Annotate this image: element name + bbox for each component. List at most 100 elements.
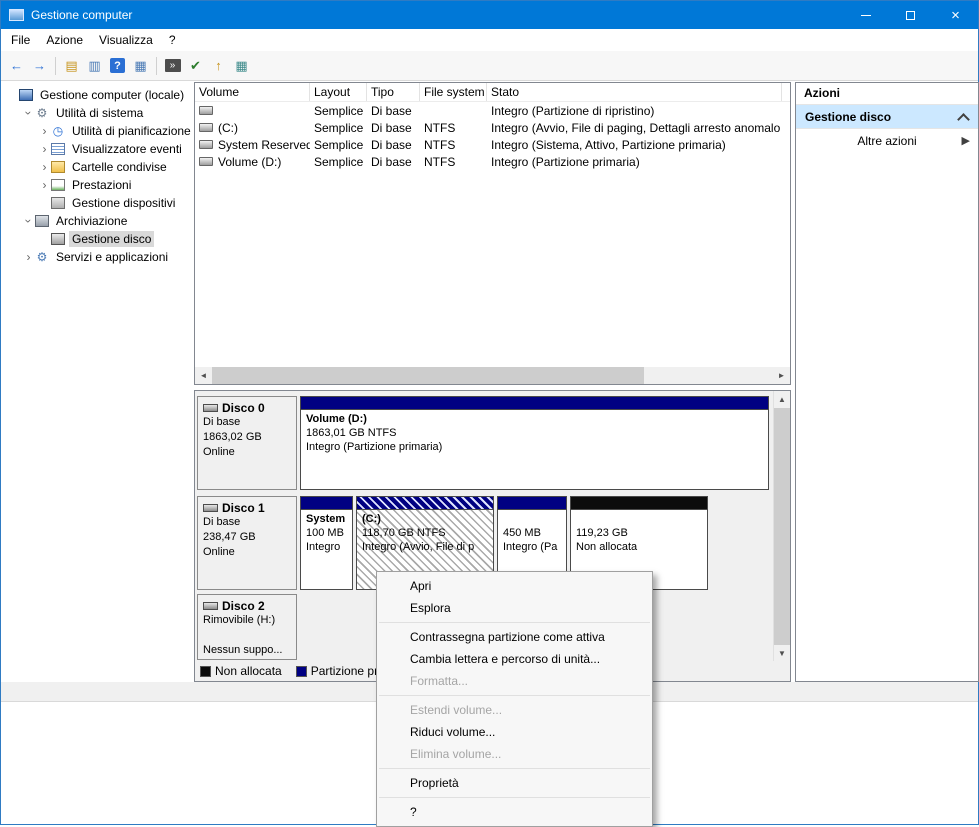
forward-icon[interactable]: → — [28, 55, 51, 77]
column-header-layout[interactable]: Layout — [310, 83, 367, 101]
menu-separator — [379, 622, 650, 623]
menu-visualizza[interactable]: Visualizza — [91, 30, 161, 50]
volume-icon — [199, 106, 213, 115]
window-controls: × — [843, 1, 978, 29]
expand-arrow-icon[interactable]: › — [38, 178, 51, 192]
minimize-button[interactable] — [843, 1, 888, 29]
cell-layout: Semplice — [314, 137, 364, 152]
expand-arrow-icon[interactable]: › — [22, 250, 35, 264]
scrollbar-thumb[interactable] — [212, 367, 644, 384]
disk-header-disco-2[interactable]: Disco 2 Rimovibile (H:) Nessun suppo... — [197, 594, 297, 660]
actions-section-disk-management[interactable]: Gestione disco — [796, 105, 978, 129]
context-menu-item-riduci-volume[interactable]: Riduci volume... — [377, 721, 652, 743]
menu-file[interactable]: File — [3, 30, 38, 50]
column-header-stato[interactable]: Stato — [487, 83, 782, 101]
expand-arrow-icon[interactable]: › — [38, 160, 51, 174]
export-icon[interactable]: ▤ — [60, 55, 83, 77]
legend-item-partizione-pr: Partizione pr... — [295, 664, 387, 678]
volume-row-c[interactable]: (C:) Semplice Di base NTFS Integro (Avvio, F… — [195, 119, 790, 136]
volume-row-volume-d[interactable]: Volume (D:) Semplice Di base NTFS Integro (P… — [195, 153, 790, 170]
back-icon[interactable]: ← — [5, 55, 28, 77]
titlebar[interactable]: Gestione computer × — [1, 1, 978, 29]
column-header-tipo[interactable]: Tipo — [367, 83, 420, 101]
horizontal-scrollbar[interactable]: ◄ ► — [195, 367, 790, 384]
vertical-scrollbar[interactable]: ▲ ▼ — [773, 391, 790, 662]
partition-color-band — [301, 397, 768, 410]
cell-tipo: Di base — [371, 120, 412, 135]
column-header-file-system[interactable]: File system — [420, 83, 487, 101]
tree-item-servizi-e-applicazioni[interactable]: › Servizi e applicazioni — [2, 248, 192, 266]
menu-azione[interactable]: Azione — [38, 30, 91, 50]
shared-folders-icon — [51, 161, 65, 173]
actions-panel: Azioni Gestione disco Altre azioni ▶ — [795, 82, 979, 682]
expand-arrow-icon[interactable]: › — [38, 142, 51, 156]
tree-item-prestazioni[interactable]: › Prestazioni — [2, 176, 192, 194]
scrollbar-thumb[interactable] — [773, 408, 790, 645]
volume-row-system-reserved[interactable]: System Reserved Semplice Di base NTFS Integr… — [195, 136, 790, 153]
partition-color-band — [571, 497, 707, 510]
context-menu-item-cambia-lettera-e-percorso-di-unit[interactable]: Cambia lettera e percorso di unità... — [377, 648, 652, 670]
tree-item-gestione-dispositivi[interactable]: Gestione dispositivi — [2, 194, 192, 212]
context-menu-item-estendi-volume: Estendi volume... — [410, 703, 503, 717]
context-menu-item-apri[interactable]: Apri — [377, 575, 652, 597]
tree-item-gestione-computer-locale[interactable]: Gestione computer (locale) — [2, 86, 192, 104]
scroll-right-icon[interactable]: ► — [773, 367, 790, 384]
help-icon[interactable]: ? — [106, 55, 129, 77]
menu-help[interactable]: ? — [161, 30, 184, 50]
cell-layout: Semplice — [314, 120, 364, 135]
actions-more-actions[interactable]: Altre azioni ▶ — [796, 129, 978, 152]
partition-color-band — [357, 497, 493, 510]
views-icon[interactable]: ▦ — [230, 55, 253, 77]
partition-system[interactable]: System 100 MB Integro — [300, 496, 353, 590]
computer-management-window: Gestione computer × File Azione Visualizza… — [0, 0, 979, 827]
more-actions-label: Altre azioni — [857, 133, 917, 148]
collapse-arrow-icon[interactable]: › — [22, 215, 36, 228]
tree-item-label: Cartelle condivise — [72, 160, 167, 174]
services-icon — [35, 251, 49, 263]
close-button[interactable]: × — [933, 1, 978, 29]
tree-item-label: Gestione disco — [69, 231, 155, 247]
volume-row[interactable]: Semplice Di base Integro (Partizione di ri… — [195, 102, 790, 119]
partition-size: 118,70 GB NTFS — [362, 527, 446, 539]
tree-item-cartelle-condivise[interactable]: › Cartelle condivise — [2, 158, 192, 176]
cell-tipo: Di base — [371, 103, 412, 118]
scroll-down-icon[interactable]: ▼ — [774, 645, 791, 662]
disk-header-disco-1[interactable]: Disco 1 Di base 238,47 GB Online — [197, 496, 297, 590]
tree-item-visualizzatore-eventi[interactable]: › Visualizzatore eventi — [2, 140, 192, 158]
disk-info-line: Online — [203, 546, 235, 558]
disk-header-disco-0[interactable]: Disco 0 Di base 1863,02 GB Online — [197, 396, 297, 490]
cell-stato: Integro (Partizione di ripristino) — [491, 103, 655, 118]
scroll-up-icon[interactable]: ▲ — [774, 391, 791, 408]
collapse-chevron-icon[interactable] — [957, 113, 970, 126]
expand-arrow-icon[interactable]: › — [38, 124, 51, 138]
context-menu-item-help[interactable]: ? — [377, 801, 652, 823]
disk-name-label: Disco 0 — [222, 400, 265, 415]
prompt-icon[interactable]: » — [161, 55, 184, 77]
collapse-arrow-icon[interactable]: › — [22, 107, 36, 120]
tree-item-utilit-di-sistema[interactable]: › Utilità di sistema — [2, 104, 192, 122]
context-menu-item-esplora[interactable]: Esplora — [377, 597, 652, 619]
context-menu-item-contrassegna-partizione-come-attiva[interactable]: Contrassegna partizione come attiva — [377, 626, 652, 648]
column-header-volume[interactable]: Volume — [195, 83, 310, 101]
check-icon[interactable]: ✔ — [184, 55, 207, 77]
disk-info-line: Di base — [203, 416, 241, 428]
disk-icon — [203, 403, 218, 412]
context-menu-item-propriet[interactable]: Proprietà — [377, 772, 652, 794]
console-window-icon[interactable]: ▦ — [129, 55, 152, 77]
tree-item-utilit-di-pianificazione[interactable]: › Utilità di pianificazione — [2, 122, 192, 140]
up-folder-icon[interactable]: ↑ — [207, 55, 230, 77]
cell-file-system: NTFS — [424, 120, 456, 135]
maximize-button[interactable] — [888, 1, 933, 29]
partition-size: 100 MB — [306, 527, 344, 539]
maximize-icon — [906, 10, 915, 20]
cell-file-system: NTFS — [424, 137, 456, 152]
system-tools-icon — [35, 107, 49, 119]
context-menu-item-elimina-volume: Elimina volume... — [410, 747, 502, 761]
performance-icon — [51, 179, 65, 191]
properties-icon[interactable]: ▥ — [83, 55, 106, 77]
tree-item-archiviazione[interactable]: › Archiviazione — [2, 212, 192, 230]
tree-item-gestione-disco[interactable]: Gestione disco — [2, 230, 192, 248]
menu-separator — [379, 768, 650, 769]
partition-volume-d[interactable]: Volume (D:) 1863,01 GB NTFS Integro (Parti… — [300, 396, 769, 490]
scroll-left-icon[interactable]: ◄ — [195, 367, 212, 384]
